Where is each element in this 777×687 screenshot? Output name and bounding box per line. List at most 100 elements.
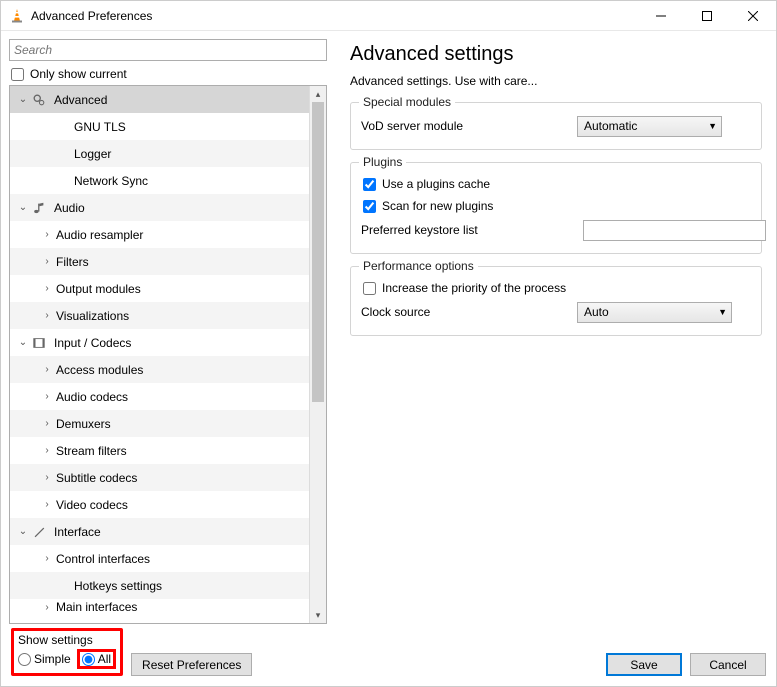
chevron-right-icon[interactable]: › [40, 310, 54, 321]
brush-icon [30, 525, 48, 539]
checkbox-input[interactable] [363, 282, 376, 295]
vlc-cone-icon [9, 8, 25, 24]
tree-row[interactable]: ⌄ Advanced [10, 86, 309, 113]
tree-item-label: Output modules [56, 282, 141, 296]
save-button[interactable]: Save [606, 653, 682, 676]
scroll-thumb[interactable] [312, 102, 324, 402]
tree-item-label: Visualizations [56, 309, 129, 323]
only-show-current-input[interactable] [11, 68, 24, 81]
chevron-down-icon: ▼ [718, 307, 727, 317]
tree-row[interactable]: ›Visualizations [10, 302, 309, 329]
tree-row[interactable]: ›Audio codecs [10, 383, 309, 410]
tree-row[interactable]: ⌄Interface [10, 518, 309, 545]
tree-row[interactable]: Logger [10, 140, 309, 167]
tree-item-label: Advanced [54, 93, 107, 107]
chevron-right-icon[interactable]: › [40, 256, 54, 267]
close-button[interactable] [730, 1, 776, 30]
panel-description: Advanced settings. Use with care... [350, 74, 762, 88]
panel-heading: Advanced settings [350, 43, 762, 66]
scroll-up-arrow-icon[interactable]: ▴ [310, 86, 326, 102]
radio-all-highlight: All [77, 649, 116, 669]
show-settings-label: Show settings [18, 633, 116, 647]
tree-row[interactable]: ›Main interfaces [10, 599, 309, 615]
tree-row[interactable]: Hotkeys settings [10, 572, 309, 599]
left-panel: Only show current ⌄ Advanced GNU TLS Logger… [1, 31, 336, 624]
keystore-list-input[interactable] [583, 220, 766, 241]
scan-new-plugins-checkbox[interactable]: Scan for new plugins [361, 195, 751, 217]
window-controls [638, 1, 776, 30]
keystore-list-label: Preferred keystore list [361, 223, 571, 237]
radio-label: All [98, 652, 111, 666]
clock-source-combo[interactable]: Auto ▼ [577, 302, 732, 323]
tree-item-label: Audio codecs [56, 390, 128, 404]
tree-item-label: Input / Codecs [54, 336, 131, 350]
tree-row[interactable]: ›Subtitle codecs [10, 464, 309, 491]
tree-row[interactable]: ›Stream filters [10, 437, 309, 464]
use-plugins-cache-checkbox[interactable]: Use a plugins cache [361, 173, 751, 195]
chevron-right-icon[interactable]: › [40, 229, 54, 240]
chevron-right-icon[interactable]: › [40, 499, 54, 510]
vod-server-label: VoD server module [361, 119, 571, 133]
group-legend: Plugins [359, 155, 406, 169]
tree-row[interactable]: Network Sync [10, 167, 309, 194]
chevron-right-icon[interactable]: › [40, 391, 54, 402]
chevron-right-icon[interactable]: › [40, 283, 54, 294]
chevron-right-icon[interactable]: › [40, 364, 54, 375]
chevron-right-icon[interactable]: › [40, 553, 54, 564]
checkbox-input[interactable] [363, 178, 376, 191]
tree-body[interactable]: ⌄AdvancedGNU TLSLoggerNetwork Sync⌄Audio… [10, 86, 309, 623]
radio-simple[interactable]: Simple [18, 652, 71, 666]
checkbox-label: Increase the priority of the process [382, 281, 566, 295]
tree-item-label: Logger [74, 147, 111, 161]
group-legend: Special modules [359, 95, 455, 109]
chevron-right-icon[interactable]: › [40, 418, 54, 429]
chevron-down-icon[interactable]: ⌄ [16, 526, 30, 537]
radio-label: Simple [34, 652, 71, 666]
tree-row[interactable]: ›Audio resampler [10, 221, 309, 248]
film-icon [30, 336, 48, 350]
vod-server-combo[interactable]: Automatic ▼ [577, 116, 722, 137]
footer-bar: Show settings Simple All Reset Preferenc… [1, 624, 776, 686]
tree-row[interactable]: ⌄ Input / Codecs [10, 329, 309, 356]
chevron-down-icon[interactable]: ⌄ [16, 94, 30, 105]
note-icon [30, 201, 48, 215]
radio-all[interactable]: All [82, 652, 111, 666]
search-input[interactable] [9, 39, 327, 61]
tree-row[interactable]: ›Access modules [10, 356, 309, 383]
settings-panel: Advanced settings Advanced settings. Use… [336, 31, 776, 624]
maximize-button[interactable] [684, 1, 730, 30]
tree-row[interactable]: ›Video codecs [10, 491, 309, 518]
increase-priority-checkbox[interactable]: Increase the priority of the process [361, 277, 751, 299]
chevron-right-icon[interactable]: › [40, 472, 54, 483]
tree-scrollbar[interactable]: ▴ ▾ [309, 86, 326, 623]
tree-item-label: Access modules [56, 363, 143, 377]
chevron-down-icon[interactable]: ⌄ [16, 202, 30, 213]
group-special-modules: Special modules VoD server module Automa… [350, 102, 762, 150]
group-performance: Performance options Increase the priorit… [350, 266, 762, 336]
tree-row[interactable]: ›Control interfaces [10, 545, 309, 572]
chevron-right-icon[interactable]: › [40, 602, 54, 613]
tree-row[interactable]: ›Output modules [10, 275, 309, 302]
main-area: Only show current ⌄ Advanced GNU TLS Logger… [1, 31, 776, 624]
checkbox-input[interactable] [363, 200, 376, 213]
radio-input[interactable] [18, 653, 31, 666]
tree-row[interactable]: ›Filters [10, 248, 309, 275]
chevron-down-icon[interactable]: ⌄ [16, 337, 30, 348]
reset-preferences-button[interactable]: Reset Preferences [131, 653, 252, 676]
cancel-button[interactable]: Cancel [690, 653, 766, 676]
radio-input[interactable] [82, 653, 95, 666]
group-plugins: Plugins Use a plugins cache Scan for new… [350, 162, 762, 254]
only-show-current-label: Only show current [30, 67, 127, 81]
tree-item-label: Stream filters [56, 444, 127, 458]
chevron-right-icon[interactable]: › [40, 445, 54, 456]
tree-item-label: Subtitle codecs [56, 471, 137, 485]
tree-row[interactable]: GNU TLS [10, 113, 309, 140]
window-title: Advanced Preferences [31, 9, 638, 23]
tree-item-label: Audio resampler [56, 228, 143, 242]
scroll-down-arrow-icon[interactable]: ▾ [310, 607, 326, 623]
tree-row[interactable]: ›Demuxers [10, 410, 309, 437]
tree-row[interactable]: ⌄Audio [10, 194, 309, 221]
checkbox-label: Use a plugins cache [382, 177, 490, 191]
only-show-current-checkbox[interactable]: Only show current [9, 67, 336, 81]
minimize-button[interactable] [638, 1, 684, 30]
